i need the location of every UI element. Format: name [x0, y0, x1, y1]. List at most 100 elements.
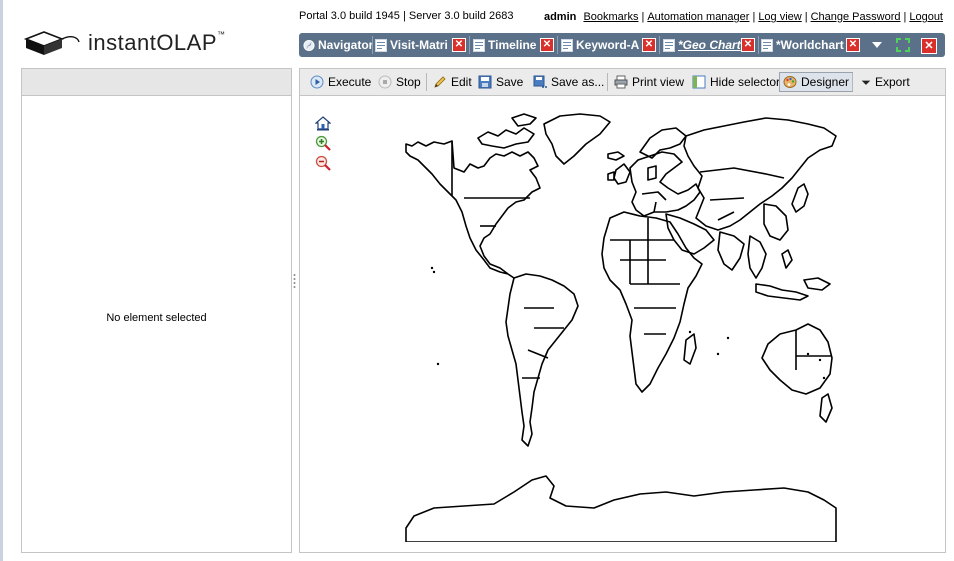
map-tools [314, 115, 332, 175]
tab-visit-matrix[interactable]: Visit-Matri [375, 35, 449, 55]
map-country-outline [683, 333, 697, 365]
map-country-outline [607, 171, 615, 181]
map-country-outline [543, 113, 611, 165]
selector-panel-header [22, 69, 291, 96]
link-separator: | [903, 11, 907, 23]
print-view-button[interactable]: Print view [614, 73, 684, 91]
build-info: Portal 3.0 build 1945 | Server 3.0 build… [299, 10, 514, 22]
report-icon [761, 38, 773, 52]
close-tab-worldchart-button[interactable]: ✕ [846, 38, 860, 52]
tab-navigator[interactable]: Navigator [303, 35, 373, 55]
map-country-outline [629, 151, 701, 217]
map-country-outline [601, 211, 703, 393]
tab-label: Navigator [318, 38, 373, 52]
tab-label: Visit-Matri [390, 38, 448, 52]
stop-icon [378, 75, 392, 89]
link-separator: | [752, 11, 756, 23]
zoom-in-icon[interactable] [315, 135, 331, 151]
save-label: Save [496, 75, 524, 89]
tab-timeline[interactable]: Timeline [473, 35, 541, 55]
log-view-link[interactable]: Log view [758, 11, 801, 23]
close-tab-visit-matrix-button[interactable]: ✕ [452, 38, 466, 52]
header-links: admin Bookmarks | Automation manager | Log v… [544, 11, 943, 23]
map-country-outline [755, 283, 809, 301]
compass-icon [303, 39, 315, 51]
map-country-outline [781, 249, 831, 291]
report-icon [375, 38, 387, 52]
bookmarks-link[interactable]: Bookmarks [583, 11, 638, 23]
username: admin [543, 11, 577, 23]
save-as-button[interactable]: Save as... [533, 73, 604, 91]
map-country-outline [665, 213, 715, 255]
tab-divider [659, 36, 660, 54]
logo-wordmark: instantOLAP [88, 30, 218, 55]
cube-logo-icon [23, 31, 80, 55]
edit-button[interactable]: Edit [433, 73, 472, 91]
tab-list-dropdown-icon[interactable] [872, 42, 882, 48]
map-country-outline [511, 113, 537, 127]
automation-manager-link[interactable]: Automation manager [647, 11, 749, 23]
map-country-outline [763, 203, 789, 241]
map-country-outline [717, 231, 745, 271]
selector-panel: No element selected [21, 68, 292, 553]
tab-keyword-analysis[interactable]: Keyword-A [561, 35, 641, 55]
map-country-outline [610, 218, 680, 335]
report-icon [561, 38, 573, 52]
toolbar-separator [426, 73, 427, 91]
map-country-outline [607, 151, 625, 161]
dropdown-arrow-icon [861, 80, 871, 85]
link-separator: | [804, 11, 808, 23]
tab-divider [372, 36, 373, 54]
close-tab-keyword-button[interactable]: ✕ [642, 38, 656, 52]
export-label: Export [875, 75, 910, 89]
no-selection-message: No element selected [106, 312, 207, 324]
link-separator: | [641, 11, 645, 23]
tab-worldchart[interactable]: *Worldchart [761, 35, 845, 55]
edit-label: Edit [451, 75, 472, 89]
print-view-label: Print view [632, 75, 685, 89]
tab-label: *Worldchart [776, 38, 844, 52]
pencil-icon [434, 76, 446, 88]
close-tab-geo-chart-button[interactable]: ✕ [741, 38, 755, 52]
map-country-outline [522, 307, 564, 379]
map-country-outline [699, 167, 785, 221]
panel-splitter-handle[interactable] [293, 273, 296, 289]
world-map[interactable] [404, 108, 838, 542]
map-country-outline [795, 330, 832, 370]
tab-divider [758, 36, 759, 54]
map-country-outline [641, 165, 667, 213]
close-window-button[interactable]: ✕ [921, 38, 937, 54]
map-country-outline [683, 117, 837, 231]
printer-icon [614, 75, 628, 89]
map-country-outline [791, 183, 809, 213]
palette-icon [783, 76, 797, 88]
designer-button[interactable]: Designer [779, 72, 854, 92]
map-country-outline [819, 393, 833, 423]
export-button[interactable]: Export [861, 73, 910, 91]
play-icon [310, 75, 324, 89]
map-island-dots [430, 266, 826, 380]
save-button[interactable]: Save [478, 73, 523, 91]
map-country-outline [761, 323, 833, 395]
maximize-icon[interactable] [895, 37, 911, 53]
toolbar-separator [852, 73, 853, 91]
floppy-disk-icon [478, 75, 492, 89]
app-logo: instantOLAP™ [22, 24, 262, 64]
hide-selector-button[interactable]: Hide selector [692, 73, 780, 91]
tab-divider [469, 36, 470, 54]
save-as-icon [533, 75, 547, 88]
save-as-label: Save as... [551, 75, 605, 89]
map-country-outline [613, 163, 631, 185]
logout-link[interactable]: Logout [909, 11, 943, 23]
map-country-outline [405, 475, 837, 542]
stop-button[interactable]: Stop [378, 73, 421, 91]
home-icon[interactable] [314, 115, 332, 131]
execute-button[interactable]: Execute [310, 73, 371, 91]
map-country-outline [405, 140, 541, 279]
zoom-out-icon[interactable] [315, 155, 331, 171]
tab-divider [557, 36, 558, 54]
report-toolbar: Execute Stop Edit Save Save as... Print … [300, 69, 945, 96]
change-password-link[interactable]: Change Password [811, 11, 901, 23]
close-tab-timeline-button[interactable]: ✕ [540, 38, 554, 52]
tab-geo-chart[interactable]: *Geo Chart [663, 35, 741, 55]
